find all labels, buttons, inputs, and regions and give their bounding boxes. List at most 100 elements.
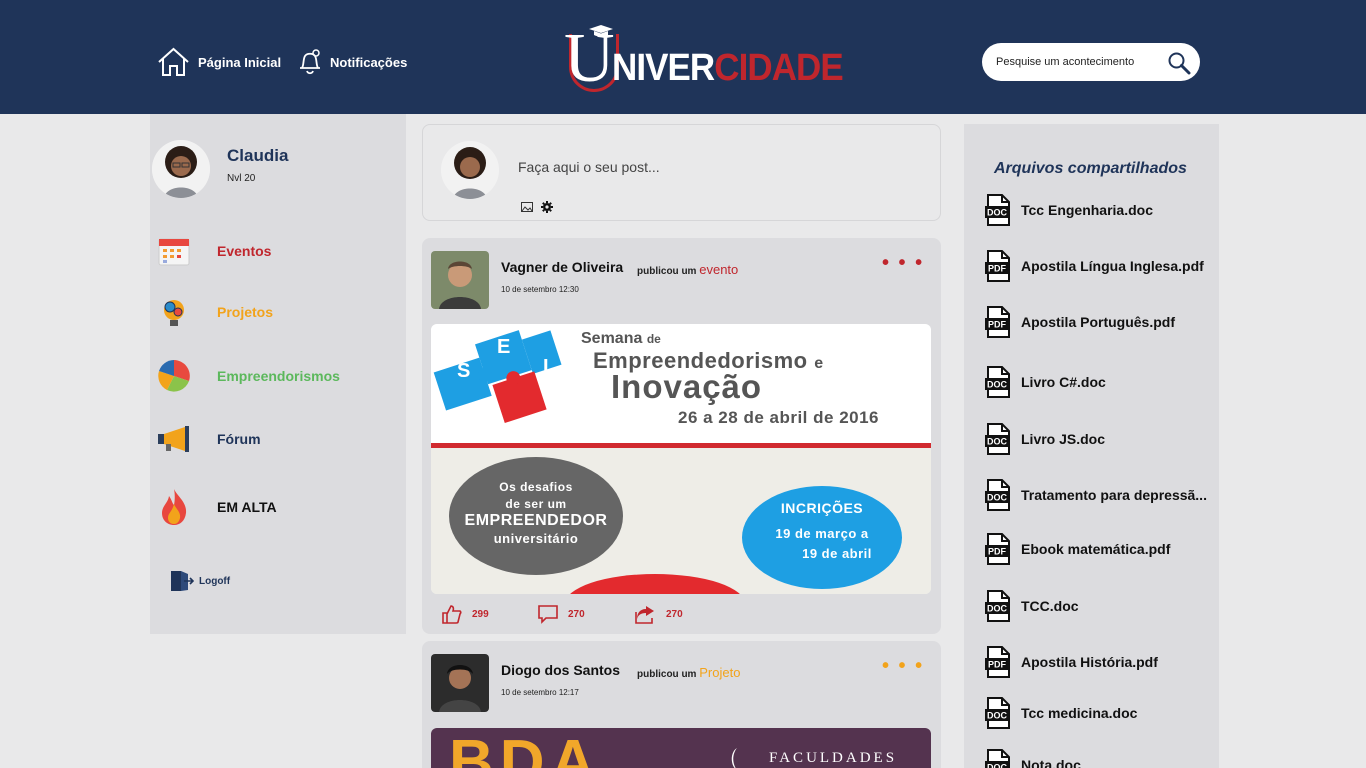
post-input[interactable]: [518, 159, 898, 175]
shared-file-item[interactable]: DOC Tratamento para depressã...: [984, 479, 1207, 511]
doc-file-icon: DOC: [985, 697, 1010, 729]
shared-file-name: Ebook matemática.pdf: [1021, 541, 1171, 557]
bell-icon: [300, 49, 320, 75]
graduation-cap-icon: [589, 25, 613, 37]
shared-files-panel: Arquivos compartilhados DOC Tcc Engenhari…: [964, 124, 1219, 768]
banner-semana: Semana de: [581, 330, 661, 347]
post-action-text: publicou um Projeto: [637, 665, 741, 680]
lightbulb-gears-icon: [156, 294, 192, 330]
shared-file-item[interactable]: DOC Nota.doc: [984, 749, 1081, 768]
more-options-icon[interactable]: • • •: [882, 655, 924, 678]
univercidade-logo[interactable]: U NIVERCIDADE: [562, 24, 844, 96]
svg-text:DOC: DOC: [987, 380, 1008, 390]
calendar-icon: [156, 233, 192, 269]
pie-chart-icon: [156, 358, 192, 394]
project-banner-image[interactable]: BDA FACULDADES: [431, 728, 931, 768]
doc-file-icon: DOC: [985, 423, 1010, 455]
event-banner-image[interactable]: S E I Semana de Empreendedorismo e Inova…: [431, 324, 931, 594]
nav-home-label: Página Inicial: [198, 54, 282, 70]
svg-text:PDF: PDF: [988, 264, 1007, 274]
like-button[interactable]: 299: [442, 604, 489, 624]
pdf-file-icon: PDF: [985, 250, 1010, 282]
shared-file-name: Nota.doc: [1021, 757, 1081, 768]
banner-faculdades: FACULDADES: [769, 750, 898, 766]
post-composer: [422, 124, 941, 221]
more-options-icon[interactable]: • • •: [882, 252, 924, 275]
nav-notifications-link[interactable]: Notificações: [298, 46, 407, 78]
share-icon: [635, 606, 654, 624]
menu-item-projetos[interactable]: Projetos: [156, 292, 396, 332]
post-author-avatar[interactable]: [431, 251, 489, 309]
pdf-file-icon: PDF: [985, 646, 1010, 678]
menu-item-forum[interactable]: Fórum: [156, 419, 396, 459]
svg-text:PDF: PDF: [988, 547, 1007, 557]
shared-file-item[interactable]: DOC Tcc Engenharia.doc: [984, 194, 1153, 226]
menu-item-label: Eventos: [217, 243, 272, 259]
megaphone-icon: [156, 421, 192, 457]
svg-text:DOC: DOC: [987, 208, 1008, 218]
nav-home-link[interactable]: Página Inicial: [157, 46, 281, 78]
svg-text:DOC: DOC: [987, 711, 1008, 721]
menu-item-eventos[interactable]: Eventos: [156, 231, 396, 271]
banner-circle-inscricoes: INCRIÇÕES 19 de março a 19 de abril: [742, 486, 902, 589]
home-icon: [158, 47, 189, 76]
shared-file-item[interactable]: DOC TCC.doc: [984, 590, 1079, 622]
comment-button[interactable]: 270: [538, 604, 585, 624]
left-sidebar: Claudia Nvl 20 Eventos Projetos Empreend…: [150, 114, 406, 634]
post-kind[interactable]: evento: [699, 262, 738, 277]
banner-header: S E I Semana de Empreendedorismo e Inova…: [431, 324, 931, 444]
profile-level: Nvl 20: [227, 173, 256, 184]
doc-file-icon: DOC: [985, 366, 1010, 398]
profile-avatar[interactable]: [152, 140, 210, 198]
menu-item-label: EM ALTA: [217, 499, 277, 515]
svg-text:DOC: DOC: [987, 763, 1008, 768]
post-author-avatar[interactable]: [431, 654, 489, 712]
banner-inovacao: Inovação: [611, 368, 763, 405]
shared-file-name: Tratamento para depressã...: [1021, 487, 1207, 503]
logoff-button[interactable]: Logoff: [170, 569, 230, 593]
feed-post: Vagner de Oliveira publicou um evento 10…: [422, 238, 941, 634]
svg-text:DOC: DOC: [987, 493, 1008, 503]
shared-file-item[interactable]: PDF Apostila História.pdf: [984, 646, 1158, 678]
faculdades-logo-icon: [731, 748, 737, 768]
search-box[interactable]: [982, 43, 1200, 81]
shared-file-item[interactable]: DOC Tcc medicina.doc: [984, 697, 1137, 729]
fire-icon: [156, 489, 192, 525]
shared-file-item[interactable]: PDF Apostila Português.pdf: [984, 306, 1175, 338]
search-icon[interactable]: [1167, 51, 1191, 75]
image-upload-icon[interactable]: [521, 202, 533, 212]
feed-post: Diogo dos Santos publicou um Projeto 10 …: [422, 641, 941, 768]
search-input[interactable]: [996, 53, 1146, 71]
post-author-name[interactable]: Vagner de Oliveira: [501, 259, 623, 275]
post-timestamp: 10 de setembro 12:17: [501, 688, 579, 697]
puzzle-letter: E: [497, 336, 511, 358]
banner-big-text: BDA: [449, 728, 602, 768]
puzzle-letter: I: [543, 356, 549, 378]
menu-item-label: Empreendorismos: [217, 368, 340, 384]
banner-dates: 26 a 28 de abril de 2016: [678, 408, 880, 427]
shared-file-item[interactable]: DOC Livro C#.doc: [984, 366, 1106, 398]
menu-item-em-alta[interactable]: EM ALTA: [156, 487, 396, 527]
profile-name[interactable]: Claudia: [227, 146, 288, 166]
shared-file-item[interactable]: PDF Ebook matemática.pdf: [984, 533, 1170, 565]
post-author-name[interactable]: Diogo dos Santos: [501, 662, 620, 678]
svg-text:PDF: PDF: [988, 320, 1007, 330]
shared-file-item[interactable]: DOC Livro JS.doc: [984, 423, 1105, 455]
svg-text:PDF: PDF: [988, 660, 1007, 670]
shared-file-name: Tcc medicina.doc: [1021, 705, 1138, 721]
share-count: 270: [666, 608, 683, 620]
puzzle-letter: S: [457, 360, 471, 382]
share-button[interactable]: 270: [634, 604, 683, 624]
menu-item-empreendorismos[interactable]: Empreendorismos: [156, 356, 396, 396]
logout-icon: [171, 571, 194, 591]
shared-file-item[interactable]: PDF Apostila Língua Inglesa.pdf: [984, 250, 1204, 282]
comment-count: 270: [568, 608, 585, 620]
post-action-text: publicou um evento: [637, 262, 739, 277]
shared-file-name: Livro C#.doc: [1021, 374, 1106, 390]
svg-text:DOC: DOC: [987, 604, 1008, 614]
post-kind[interactable]: Projeto: [699, 665, 740, 680]
doc-file-icon: DOC: [985, 194, 1010, 226]
shared-file-name: Apostila História.pdf: [1021, 654, 1158, 670]
pdf-file-icon: PDF: [985, 306, 1010, 338]
gear-icon[interactable]: [541, 201, 553, 213]
